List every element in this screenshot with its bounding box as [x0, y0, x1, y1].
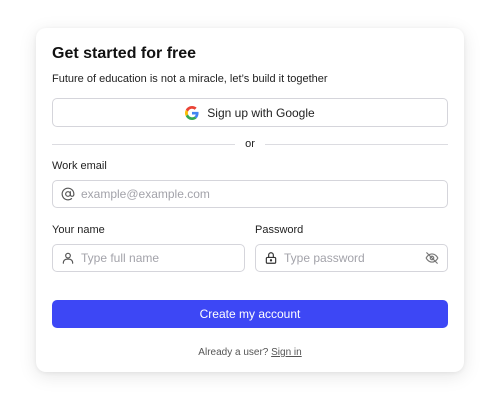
name-label: Your name — [52, 224, 105, 236]
eye-off-icon[interactable] — [425, 251, 439, 265]
create-account-button[interactable]: Create my account — [52, 300, 448, 328]
page-title: Get started for free — [52, 45, 197, 62]
divider-line-right — [264, 143, 448, 145]
google-signup-button[interactable]: Sign up with Google — [52, 98, 448, 127]
google-g-icon — [185, 105, 199, 120]
name-input[interactable] — [81, 251, 236, 265]
password-label: Password — [255, 224, 304, 236]
divider-line-left — [52, 143, 236, 145]
email-input[interactable] — [81, 187, 439, 201]
name-field[interactable] — [52, 244, 245, 272]
footer: Already a user? Sign in — [52, 347, 448, 358]
lock-icon — [264, 251, 278, 265]
at-sign-icon — [61, 187, 75, 201]
sign-in-link[interactable]: Sign in — [271, 347, 302, 358]
user-icon — [61, 251, 75, 265]
name-column: Your name — [52, 223, 245, 272]
name-password-row: Your name Password — [52, 223, 448, 272]
subtitle: Future of education is not a miracle, le… — [52, 73, 328, 85]
email-field[interactable] — [52, 180, 448, 208]
footer-prompt: Already a user? — [198, 347, 269, 358]
google-signup-label: Sign up with Google — [207, 105, 315, 120]
password-field[interactable] — [255, 244, 448, 272]
email-label: Work email — [52, 160, 107, 172]
signup-card: Get started for free Future of education… — [36, 28, 464, 372]
password-input[interactable] — [284, 251, 419, 265]
or-divider: or — [52, 137, 448, 151]
password-column: Password — [255, 223, 448, 272]
divider-text: or — [245, 138, 255, 150]
